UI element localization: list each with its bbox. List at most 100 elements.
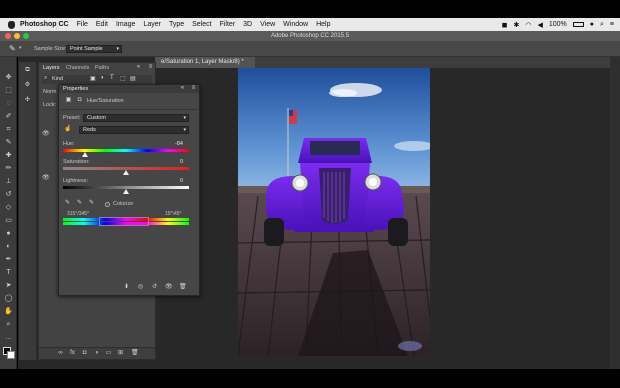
spotlight-icon[interactable]: ⌕ xyxy=(600,21,604,29)
close-button[interactable] xyxy=(5,33,11,39)
colorize-checkbox[interactable] xyxy=(105,202,110,207)
menu-filter[interactable]: Filter xyxy=(220,21,236,28)
fx-icon[interactable]: fx xyxy=(69,350,76,357)
filter-adjust-icon[interactable]: ◑ xyxy=(100,75,104,81)
kind-filter-select[interactable]: Kind xyxy=(52,76,63,82)
mask-icon[interactable]: ◘ xyxy=(76,97,83,104)
document-tab[interactable]: e/Saturation 1, Layer Mask/8) * xyxy=(155,57,255,68)
filter-shape-icon[interactable]: ⬚ xyxy=(120,75,126,82)
healing-brush-icon[interactable]: ✚ xyxy=(4,151,13,160)
user-icon[interactable]: ● xyxy=(590,21,594,28)
blend-mode-select[interactable]: Norm xyxy=(43,89,56,95)
filter-smart-icon[interactable]: ▤ xyxy=(130,75,136,82)
delete-adjustment-icon[interactable]: 🗑 xyxy=(179,284,187,291)
visibility-eye-icon[interactable]: 👁 xyxy=(42,175,50,182)
hue-value[interactable]: -84 xyxy=(165,141,183,147)
minimize-button[interactable] xyxy=(14,33,20,39)
pen-tool-icon[interactable]: ✒ xyxy=(4,255,13,264)
hand-tool-icon[interactable]: ✋ xyxy=(4,307,13,316)
lasso-tool-icon[interactable]: ◌ xyxy=(4,99,13,108)
eyedropper-icon[interactable]: ✎ xyxy=(4,138,13,147)
lightness-value[interactable]: 0 xyxy=(165,178,183,184)
menu-help[interactable]: Help xyxy=(316,21,330,28)
panel-menu-icon[interactable]: ≡ xyxy=(147,64,154,71)
adjustment-layer-icon[interactable]: ◑ xyxy=(93,350,100,357)
volume-icon[interactable]: ◀ xyxy=(537,21,542,29)
eyedropper-sample-icon[interactable]: ✎ xyxy=(64,200,71,207)
marquee-tool-icon[interactable]: ⬚ xyxy=(4,86,13,95)
panel-menu-icon[interactable]: ≡ xyxy=(190,85,197,92)
panel-icon-strip: ⧉ ⚙ ✣ xyxy=(19,62,37,360)
collapse-panel-icon[interactable]: « xyxy=(135,64,142,71)
blur-tool-icon[interactable]: ● xyxy=(4,229,13,238)
path-select-icon[interactable]: ➤ xyxy=(4,281,13,290)
filter-type-icon[interactable]: T xyxy=(110,75,114,81)
clone-stamp-icon[interactable]: ⊥ xyxy=(4,177,13,186)
trash-icon[interactable]: 🗑 xyxy=(131,350,139,357)
view-previous-icon[interactable]: ◎ xyxy=(137,284,144,291)
tab-paths[interactable]: Paths xyxy=(95,65,109,71)
sample-size-select[interactable]: Point Sample ▾ xyxy=(66,45,122,53)
preset-select[interactable]: Custom ▾ xyxy=(83,114,189,122)
apple-icon[interactable] xyxy=(8,20,15,29)
gradient-tool-icon[interactable]: ▭ xyxy=(4,216,13,225)
saturation-value[interactable]: 0 xyxy=(165,159,183,165)
bluetooth-icon[interactable]: ✱ xyxy=(513,21,519,29)
menu-edit[interactable]: Edit xyxy=(96,21,108,28)
app-menu[interactable]: Photoshop CC xyxy=(20,21,69,28)
new-layer-icon[interactable]: ⊞ xyxy=(117,350,124,357)
shape-tool-icon[interactable]: ◯ xyxy=(4,294,13,303)
hue-slider-knob[interactable] xyxy=(82,152,88,157)
filter-pixel-icon[interactable]: ▣ xyxy=(90,75,96,82)
add-mask-icon[interactable]: ◘ xyxy=(81,350,88,357)
targeted-adjustment-icon[interactable]: ☝ xyxy=(64,126,71,133)
crop-tool-icon[interactable]: ⌗ xyxy=(4,125,13,134)
move-tool-icon[interactable]: ✥ xyxy=(4,73,13,82)
menu-window[interactable]: Window xyxy=(283,21,308,28)
channel-select[interactable]: Reds ▾ xyxy=(79,126,189,134)
menu-file[interactable]: File xyxy=(77,21,88,28)
menu-type[interactable]: Type xyxy=(169,21,184,28)
history-panel-icon[interactable]: ⧉ xyxy=(24,67,31,74)
menu-3d[interactable]: 3D xyxy=(243,21,252,28)
history-brush-icon[interactable]: ↺ xyxy=(4,190,13,199)
reset-icon[interactable]: ↺ xyxy=(151,284,158,291)
visibility-eye-icon[interactable]: 👁 xyxy=(42,131,50,138)
eyedropper-tool-icon[interactable]: ✎ xyxy=(9,44,16,53)
link-layers-icon[interactable]: ∞ xyxy=(57,350,64,357)
lightness-slider-knob[interactable] xyxy=(123,189,129,194)
tool-preset-arrow-icon[interactable]: ▾ xyxy=(19,45,22,51)
tools-panel: ✥ ⬚ ◌ ✐ ⌗ ✎ ✚ ✏ ⊥ ↺ ◇ ▭ ● ◐ ✒ T ➤ ◯ ✋ ⌕ … xyxy=(0,57,17,369)
menu-select[interactable]: Select xyxy=(192,21,211,28)
notification-icon[interactable]: ≡ xyxy=(610,21,614,28)
properties-panel-icon[interactable]: ⚙ xyxy=(24,82,31,89)
type-tool-icon[interactable]: T xyxy=(4,268,13,277)
range-selector[interactable] xyxy=(99,217,149,226)
menu-view[interactable]: View xyxy=(260,21,275,28)
brush-tool-icon[interactable]: ✏ xyxy=(4,164,13,173)
dodge-tool-icon[interactable]: ◐ xyxy=(4,242,13,251)
menu-layer[interactable]: Layer xyxy=(143,21,161,28)
adobe-icon[interactable]: ◼ xyxy=(502,21,508,29)
clip-to-layer-icon[interactable]: ⬇ xyxy=(123,284,130,291)
tab-layers[interactable]: Layers xyxy=(43,65,60,71)
more-tools-icon[interactable]: … xyxy=(4,333,13,342)
wifi-icon[interactable]: ◠ xyxy=(525,21,531,29)
quick-select-tool-icon[interactable]: ✐ xyxy=(4,112,13,121)
document-canvas-photo[interactable] xyxy=(238,68,430,356)
toggle-visibility-icon[interactable]: 👁 xyxy=(165,284,173,291)
zoom-tool-icon[interactable]: ⌕ xyxy=(4,320,13,329)
brush-panel-icon[interactable]: ✣ xyxy=(24,97,31,104)
eyedropper-subtract-icon[interactable]: ✎ xyxy=(88,200,95,207)
zoom-button[interactable] xyxy=(23,33,29,39)
saturation-slider-knob[interactable] xyxy=(123,170,129,175)
battery-icon[interactable] xyxy=(572,22,584,27)
saturation-label: Saturation: xyxy=(63,159,90,165)
eraser-tool-icon[interactable]: ◇ xyxy=(4,203,13,212)
group-icon[interactable]: ▭ xyxy=(105,350,112,357)
menu-image[interactable]: Image xyxy=(116,21,135,28)
tab-channels[interactable]: Channels xyxy=(66,65,89,71)
collapse-panel-icon[interactable]: « xyxy=(179,85,186,92)
background-color-swatch[interactable] xyxy=(7,351,15,359)
eyedropper-add-icon[interactable]: ✎ xyxy=(76,200,83,207)
